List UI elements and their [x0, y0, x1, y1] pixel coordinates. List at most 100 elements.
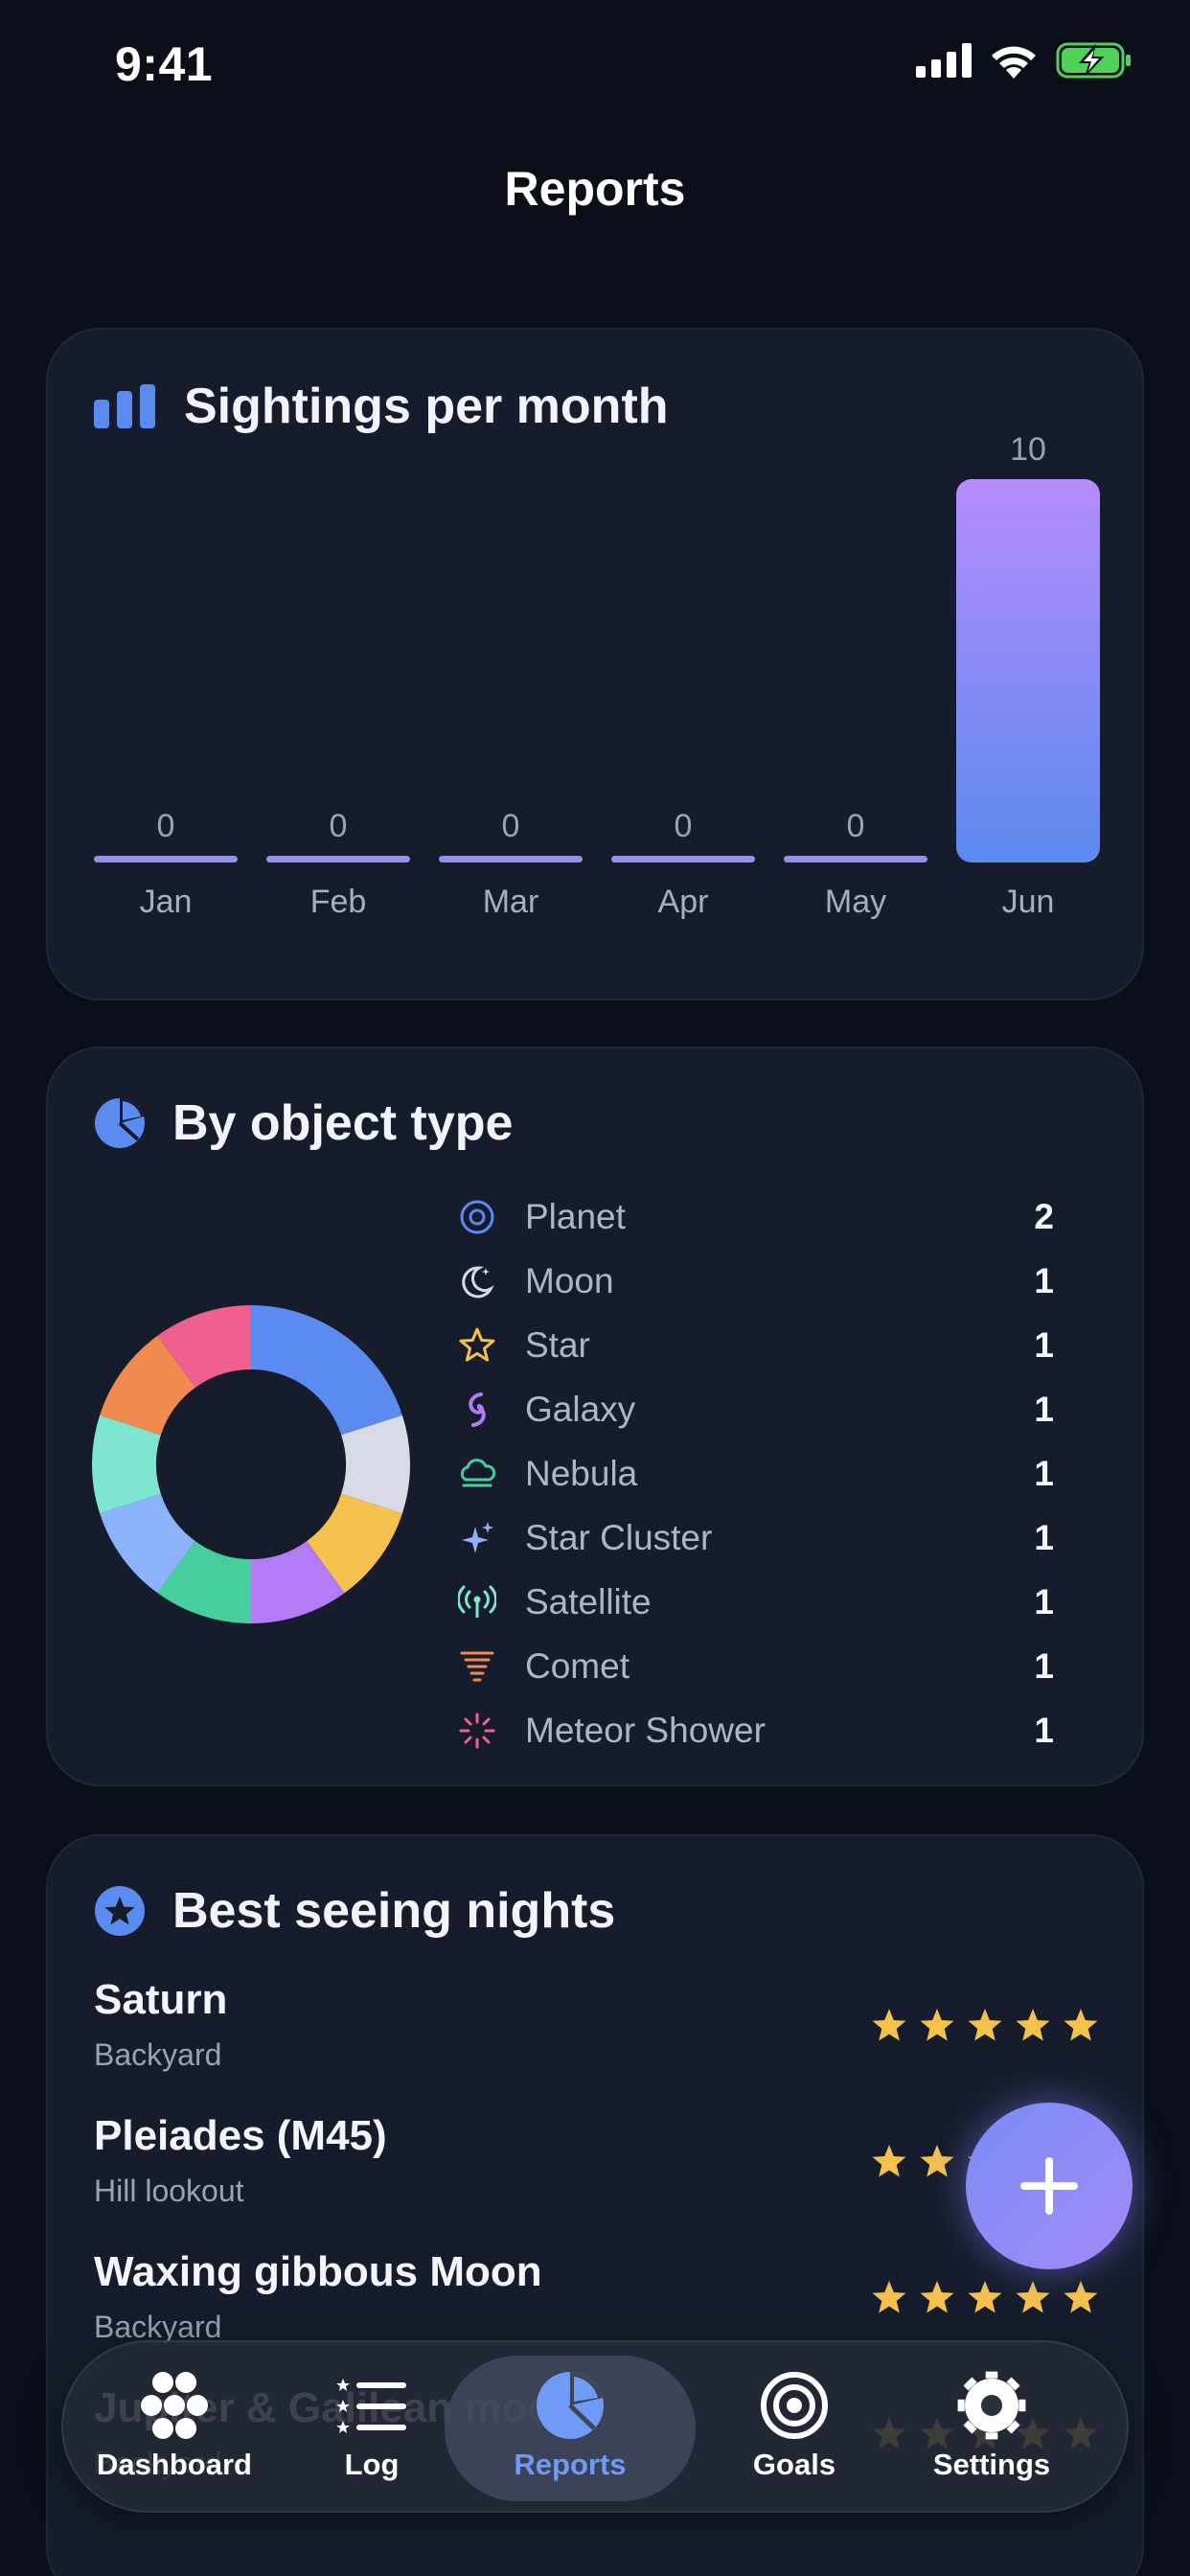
bar-value-label: 10 — [1010, 431, 1046, 468]
bar-feb[interactable] — [266, 856, 410, 862]
rating-star-icon — [968, 2281, 1002, 2313]
bar-category-label: May — [824, 884, 887, 920]
star-icon — [456, 1324, 498, 1367]
legend-count: 1 — [1034, 1710, 1054, 1750]
legend-count: 1 — [1034, 1645, 1054, 1686]
best-card-title: Best seeing nights — [172, 1883, 616, 1939]
rating-star-icon — [872, 2281, 906, 2313]
star-badge-icon — [95, 1886, 145, 1936]
legend-count: 1 — [1034, 1453, 1054, 1493]
bar-mar[interactable] — [439, 856, 583, 862]
best-card-header: Best seeing nights — [94, 1882, 615, 1940]
settings-icon — [956, 2369, 1027, 2442]
galaxy-icon — [456, 1389, 498, 1431]
tab-settings-label: Settings — [932, 2448, 1051, 2481]
bar-value-label: 0 — [501, 808, 520, 844]
rating-star-icon — [1064, 2281, 1098, 2313]
night-object-name: Pleiades (M45) — [94, 2112, 387, 2159]
bar-value-label: 0 — [156, 808, 175, 844]
legend-row-planet[interactable]: Planet 2 — [456, 1184, 1146, 1249]
bar-column-feb: 0 Feb — [266, 464, 410, 933]
nebula-icon — [456, 1453, 498, 1495]
star-cluster-icon — [456, 1517, 498, 1559]
bar-column-mar: 0 Mar — [439, 464, 583, 933]
legend-row-star-cluster[interactable]: Star Cluster 1 — [456, 1506, 1146, 1570]
night-location: Hill lookout — [94, 2174, 244, 2208]
bar-category-label: Apr — [657, 884, 709, 920]
add-sighting-button[interactable] — [966, 2103, 1133, 2269]
object-type-legend: Planet 2 Moon 1 Star 1 Galaxy 1 Nebula 1 Star Clus… — [456, 1184, 1146, 1762]
rating-star-icon — [920, 2145, 954, 2177]
legend-count: 1 — [1034, 1389, 1054, 1429]
legend-row-moon[interactable]: Moon 1 — [456, 1249, 1146, 1313]
cellular-signal-icon — [916, 43, 972, 78]
rating-star-icon — [1064, 2009, 1098, 2041]
bar-category-label: Mar — [482, 884, 539, 920]
plus-icon — [1020, 2157, 1078, 2215]
chart-card-header: Sightings per month — [94, 378, 669, 435]
legend-row-meteor-shower[interactable]: Meteor Shower 1 — [456, 1698, 1146, 1762]
legend-count: 2 — [1034, 1196, 1054, 1236]
tab-settings[interactable]: Settings — [893, 2356, 1090, 2501]
bar-jun[interactable] — [956, 479, 1100, 862]
bar-column-may: 0 May — [784, 464, 927, 933]
rating-star-icon — [1016, 2009, 1050, 2041]
rating-star-icon — [872, 2009, 906, 2041]
legend-row-galaxy[interactable]: Galaxy 1 — [456, 1377, 1146, 1441]
tab-goals-label: Goals — [752, 2448, 836, 2481]
night-location: Backyard — [94, 2037, 222, 2072]
type-card-title: By object type — [172, 1095, 514, 1151]
rating-star-icon — [920, 2009, 954, 2041]
moon-icon — [456, 1260, 498, 1302]
bar-value-label: 0 — [846, 808, 865, 844]
comet-icon — [456, 1645, 498, 1688]
page-title: Reports — [504, 162, 686, 216]
bar-column-jan: 0 Jan — [94, 464, 238, 933]
sightings-chart-card: Sightings per month 0 Jan 0 Feb 0 Mar 0 Apr 0 May… — [46, 328, 1144, 1000]
satellite-icon — [456, 1581, 498, 1623]
legend-count: 1 — [1034, 1324, 1054, 1365]
seeing-night-row[interactable]: Saturn Backyard — [94, 1976, 1100, 2101]
legend-count: 1 — [1034, 1517, 1054, 1557]
object-type-donut-chart — [92, 1305, 410, 1623]
bar-category-label: Jan — [139, 884, 193, 920]
donut-slice-planet[interactable] — [251, 1305, 402, 1436]
bar-jan[interactable] — [94, 856, 238, 862]
bar-may[interactable] — [784, 856, 927, 862]
object-type-card: By object type Planet 2 Moon 1 Star 1 Galaxy 1 N… — [46, 1046, 1144, 1786]
status-icons — [916, 42, 1133, 79]
bar-value-label: 0 — [329, 808, 348, 844]
wifi-icon — [992, 46, 1036, 79]
legend-row-comet[interactable]: Comet 1 — [456, 1634, 1146, 1698]
star-rating — [870, 2279, 1100, 2317]
legend-row-nebula[interactable]: Nebula 1 — [456, 1441, 1146, 1506]
battery-charging-icon — [1056, 42, 1131, 79]
reports-icon — [536, 2369, 605, 2442]
bar-chart-icon — [94, 384, 155, 428]
goals-icon — [760, 2369, 829, 2442]
seeing-night-row[interactable]: Pleiades (M45) Hill lookout — [94, 2112, 1100, 2237]
type-card-header: By object type — [94, 1094, 513, 1152]
tab-log-label: Log — [344, 2448, 400, 2481]
log-icon — [335, 2369, 408, 2442]
bar-column-jun: 10 Jun — [956, 431, 1100, 933]
planet-icon — [456, 1196, 498, 1238]
bar-column-apr: 0 Apr — [611, 464, 755, 933]
tab-goals[interactable]: Goals — [696, 2356, 893, 2501]
tab-reports-label: Reports — [514, 2448, 627, 2481]
star-rating — [870, 2007, 1100, 2045]
legend-row-satellite[interactable]: Satellite 1 — [456, 1570, 1146, 1634]
legend-count: 1 — [1034, 1581, 1054, 1622]
tab-bar: Dashboard Log Reports Goals Settings — [61, 2340, 1129, 2513]
bar-chart: 0 Jan 0 Feb 0 Mar 0 Apr 0 May 10 Jun — [94, 431, 1100, 933]
tab-log[interactable]: Log — [273, 2356, 470, 2501]
status-bar: 9:41 — [0, 0, 1190, 134]
bar-apr[interactable] — [611, 856, 755, 862]
bar-category-label: Jun — [1001, 884, 1055, 920]
legend-row-star[interactable]: Star 1 — [456, 1313, 1146, 1377]
tab-dashboard[interactable]: Dashboard — [76, 2356, 273, 2501]
rating-star-icon — [872, 2145, 906, 2177]
tab-reports[interactable]: Reports — [445, 2356, 696, 2501]
rating-star-icon — [920, 2281, 954, 2313]
status-time: 9:41 — [115, 37, 214, 91]
